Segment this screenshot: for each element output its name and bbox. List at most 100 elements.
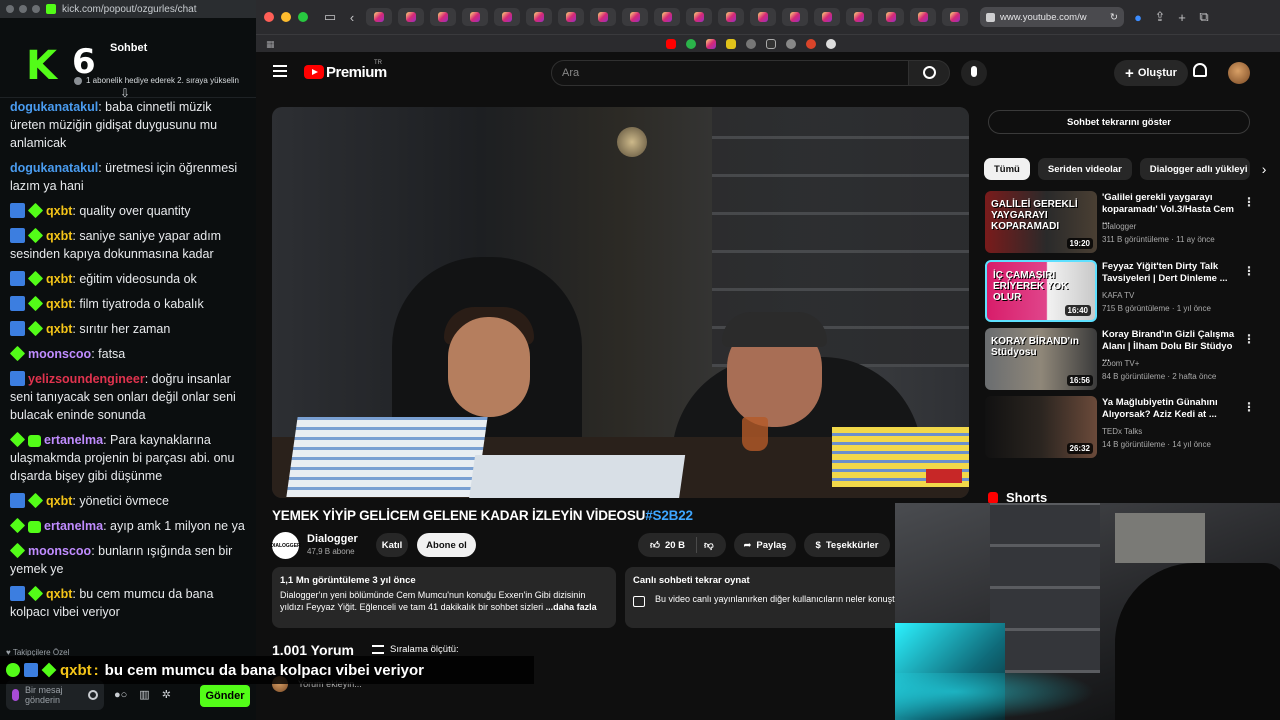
voice-search-button[interactable]: [961, 60, 987, 86]
recommended-channel[interactable]: TEDx Talks: [1102, 427, 1142, 436]
instagram-tab[interactable]: [494, 8, 520, 26]
fav-f-icon[interactable]: [766, 38, 776, 49]
youtube-logo-icon[interactable]: [304, 65, 324, 79]
chat-username[interactable]: ertanelma: [44, 433, 103, 447]
recommended-channel[interactable]: Dialogger: [1102, 222, 1136, 231]
emoji-icon[interactable]: [88, 690, 98, 700]
fav-globe2-icon[interactable]: [786, 38, 796, 49]
chat-username[interactable]: qxbt: [46, 229, 72, 243]
chat-username[interactable]: dogukanatakul: [10, 100, 98, 114]
video-hashtag[interactable]: #S2B22: [645, 508, 693, 523]
show-more-link[interactable]: ...daha fazla: [546, 602, 597, 612]
recommended-video[interactable]: 26:32 Ya Mağlubiyetin Günahını Alıyorsak?…: [985, 396, 1255, 458]
join-button[interactable]: Katıl: [376, 533, 408, 557]
instagram-tab[interactable]: [686, 8, 712, 26]
thanks-button[interactable]: $ Teşekkürler: [804, 533, 890, 557]
instagram-tab[interactable]: [814, 8, 840, 26]
more-options-icon[interactable]: ⋮: [1243, 264, 1255, 278]
fav-red-icon[interactable]: [806, 38, 816, 49]
fav-drop-icon[interactable]: [686, 38, 696, 49]
extension-icon[interactable]: ●: [1130, 10, 1146, 25]
recommended-video[interactable]: GALİLEİ GEREKLİ YAYGARAYI KOPARAMADI 19:2…: [985, 191, 1255, 253]
more-options-icon[interactable]: ⋮: [1243, 400, 1255, 414]
recommended-video[interactable]: KORAY BİRAND'ın Stüdyosu 16:56 Koray Biran…: [985, 328, 1255, 390]
chat-username[interactable]: moonscoo: [28, 347, 91, 361]
back-icon[interactable]: ‹: [344, 10, 360, 25]
instagram-tab[interactable]: [910, 8, 936, 26]
channel-name[interactable]: Dialogger: [307, 533, 358, 545]
address-bar[interactable]: www.youtube.com/w ↻: [980, 7, 1124, 27]
menu-icon[interactable]: [273, 65, 287, 77]
instagram-tab[interactable]: [622, 8, 648, 26]
description-box[interactable]: 1,1 Mn görüntüleme 3 yıl önce Dialogger'…: [272, 567, 616, 628]
search-button[interactable]: [908, 60, 950, 86]
fav-github-icon[interactable]: [826, 38, 836, 49]
mic-icon[interactable]: [12, 689, 19, 701]
instagram-tab[interactable]: [846, 8, 872, 26]
more-options-icon[interactable]: ⋮: [1243, 195, 1255, 209]
reload-icon[interactable]: ↻: [1110, 12, 1118, 23]
video-thumbnail[interactable]: GALİLEİ GEREKLİ YAYGARAYI KOPARAMADI 19:2…: [985, 191, 1097, 253]
gear-icon[interactable]: ✲: [162, 688, 171, 701]
chip-uploader[interactable]: Dialogger adlı yükleyi: [1139, 158, 1250, 180]
instagram-tab[interactable]: [878, 8, 904, 26]
chat-username[interactable]: dogukanatakul: [10, 161, 98, 175]
channel-logo[interactable]: DIALOGGER: [270, 532, 301, 559]
youtube-brand[interactable]: Premium: [326, 64, 387, 81]
instagram-tab[interactable]: [942, 8, 968, 26]
new-tab-icon[interactable]: +: [1174, 10, 1190, 25]
chat-username[interactable]: yelizsoundengineer: [28, 372, 145, 386]
window-controls[interactable]: [6, 5, 40, 13]
recommended-channel[interactable]: Zoom TV+: [1102, 359, 1139, 368]
share-icon[interactable]: ⇪: [1152, 9, 1168, 25]
instagram-tab[interactable]: [590, 8, 616, 26]
recommended-title[interactable]: Feyyaz Yiğit'ten Dirty Talk Tavsiyeleri …: [1102, 261, 1240, 285]
recommended-video[interactable]: İÇ ÇAMAŞIRI ERİYEREK YOK OLUR 16:40 Feyyaz…: [985, 260, 1255, 322]
instagram-tab[interactable]: [398, 8, 424, 26]
more-options-icon[interactable]: ⋮: [1243, 332, 1255, 346]
favorites-grid-icon[interactable]: ▦: [266, 39, 275, 50]
minimize-window-button[interactable]: [281, 12, 291, 22]
search-input[interactable]: Ara: [551, 60, 909, 86]
settings-icon[interactable]: ●○: [114, 689, 127, 701]
zoom-window-button[interactable]: [298, 12, 308, 22]
fav-yellow-icon[interactable]: [726, 38, 736, 49]
recommended-title[interactable]: Ya Mağlubiyetin Günahını Alıyorsak? Aziz…: [1102, 397, 1240, 421]
like-button[interactable]: 👍︎ 20 B 👎︎: [638, 533, 726, 557]
instagram-tab[interactable]: [526, 8, 552, 26]
chat-username[interactable]: moonscoo: [28, 544, 91, 558]
bell-icon[interactable]: [1193, 63, 1207, 77]
chat-username[interactable]: qxbt: [46, 494, 72, 508]
subscribe-button[interactable]: Abone ol: [417, 533, 476, 557]
chevron-right-icon[interactable]: ›: [1262, 158, 1267, 180]
chat-username[interactable]: qxbt: [46, 322, 72, 336]
show-chat-replay-button[interactable]: Sohbet tekrarını göster: [988, 110, 1250, 134]
fav-instagram-icon[interactable]: [706, 38, 716, 49]
instagram-tab[interactable]: [718, 8, 744, 26]
video-thumbnail[interactable]: İÇ ÇAMAŞIRI ERİYEREK YOK OLUR 16:40: [985, 260, 1097, 322]
instagram-tab[interactable]: [750, 8, 776, 26]
send-button[interactable]: Gönder: [200, 685, 250, 707]
chip-all[interactable]: Tümü: [984, 158, 1030, 180]
video-thumbnail[interactable]: KORAY BİRAND'ın Stüdyosu 16:56: [985, 328, 1097, 390]
kick-url-bar[interactable]: kick.com/popout/ozgurles/chat: [0, 0, 256, 18]
fav-youtube-icon[interactable]: [666, 38, 676, 49]
traffic-lights[interactable]: [264, 12, 308, 22]
instagram-tab[interactable]: [558, 8, 584, 26]
instagram-tab[interactable]: [782, 8, 808, 26]
tab-overview-icon[interactable]: ⧉: [1196, 9, 1212, 25]
avatar[interactable]: [1228, 62, 1250, 84]
instagram-tab[interactable]: [462, 8, 488, 26]
chip-series[interactable]: Seriden videolar: [1037, 158, 1132, 180]
chat-username[interactable]: qxbt: [46, 297, 72, 311]
chat-username[interactable]: ertanelma: [44, 519, 103, 533]
chat-username[interactable]: qxbt: [46, 272, 72, 286]
chat-username[interactable]: qxbt: [46, 204, 72, 218]
instagram-tab[interactable]: [654, 8, 680, 26]
share-button[interactable]: ➦ Paylaş: [734, 533, 796, 557]
instagram-tab[interactable]: [366, 8, 392, 26]
video-thumbnail[interactable]: 26:32: [985, 396, 1097, 458]
chat-input[interactable]: Bir mesaj gönderin: [6, 680, 104, 710]
instagram-tab[interactable]: [430, 8, 456, 26]
create-button[interactable]: + Oluştur: [1114, 60, 1188, 86]
